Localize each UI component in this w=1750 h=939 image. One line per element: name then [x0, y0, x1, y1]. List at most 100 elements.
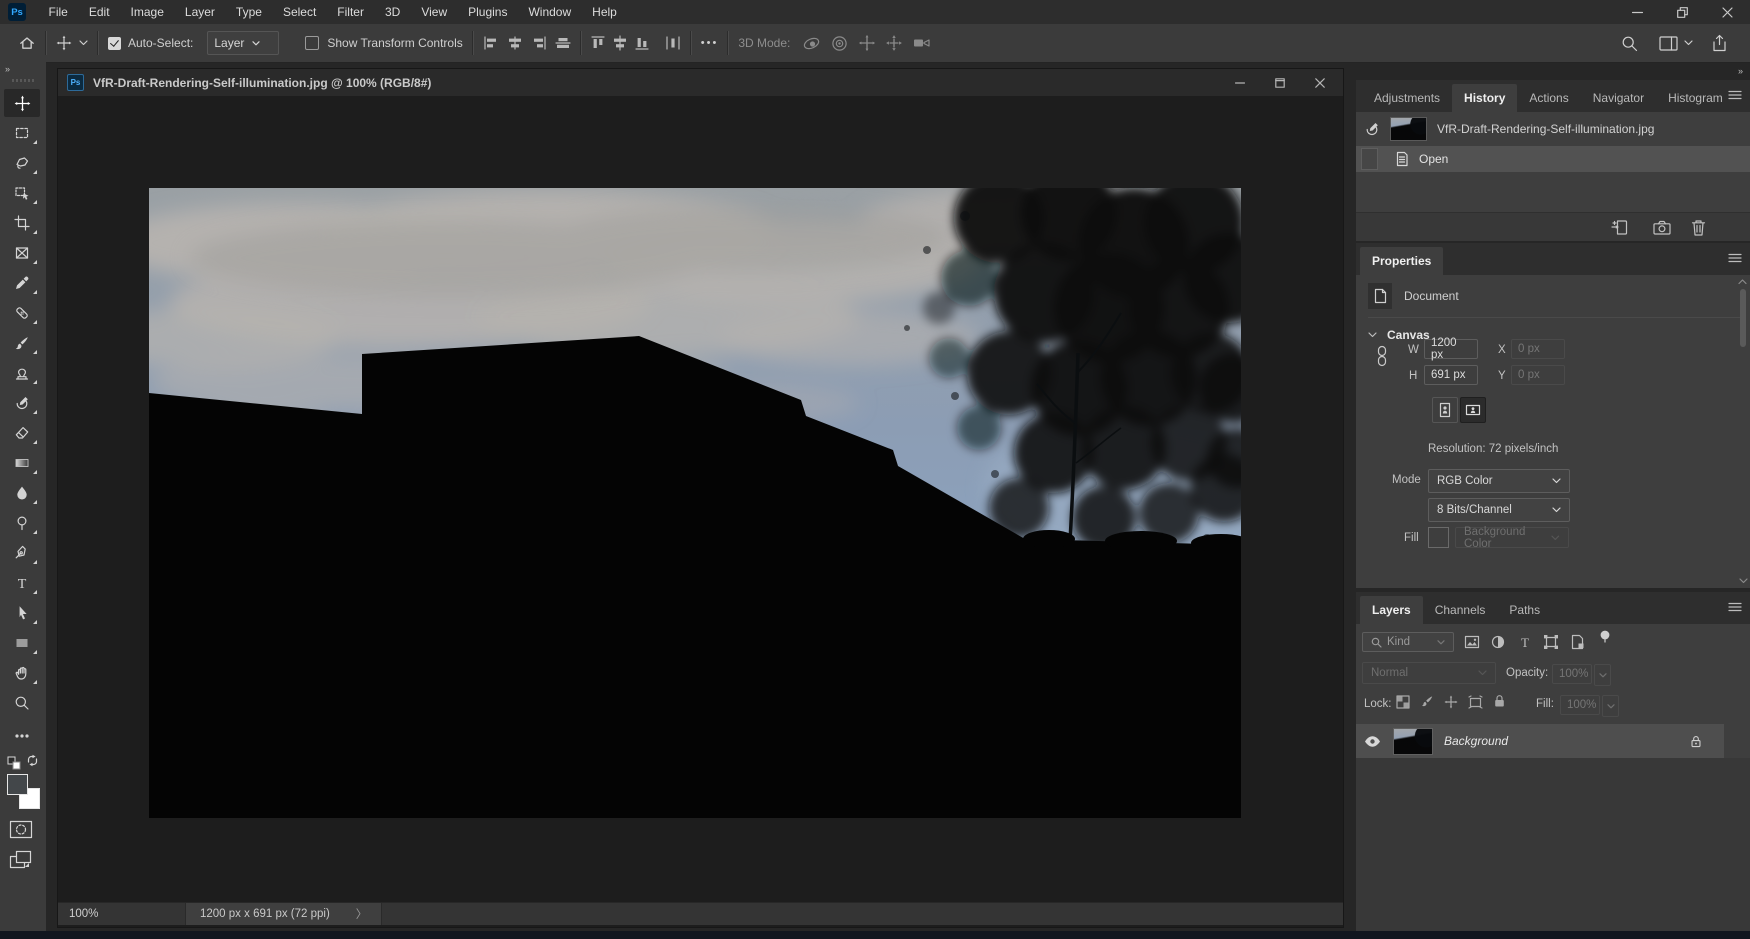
lock-pixels-icon[interactable]	[1420, 695, 1434, 709]
hand-tool[interactable]	[4, 659, 40, 687]
3d-slide-icon[interactable]	[885, 34, 903, 52]
orientation-portrait-button[interactable]	[1432, 397, 1458, 423]
filter-toggle-icon[interactable]	[1599, 630, 1611, 644]
layer-row-background[interactable]: Background	[1356, 724, 1724, 758]
tab-channels[interactable]: Channels	[1423, 596, 1498, 624]
align-bottom-edges-icon[interactable]	[635, 35, 649, 51]
marquee-tool[interactable]	[4, 119, 40, 147]
eraser-tool[interactable]	[4, 419, 40, 447]
default-colors-icon[interactable]	[7, 756, 21, 770]
history-brush-source-icon[interactable]	[1364, 121, 1380, 137]
color-mode-dropdown[interactable]: RGB Color	[1428, 469, 1570, 493]
fill-color-swatch[interactable]	[1428, 527, 1449, 548]
new-document-from-state-icon[interactable]	[1611, 219, 1629, 236]
move-tool[interactable]	[4, 89, 40, 117]
history-source-thumbnail[interactable]	[1390, 117, 1427, 141]
opacity-scrubber-icon[interactable]	[1594, 664, 1611, 686]
menu-help[interactable]: Help	[582, 0, 628, 24]
properties-scrollbar[interactable]	[1738, 279, 1747, 584]
menu-select[interactable]: Select	[272, 0, 326, 24]
menu-3d[interactable]: 3D	[374, 0, 410, 24]
canvas-y-field[interactable]: 0 px	[1511, 365, 1565, 385]
new-snapshot-icon[interactable]	[1653, 220, 1671, 235]
lock-transparency-icon[interactable]	[1396, 695, 1410, 709]
share-image-icon[interactable]	[1711, 34, 1728, 52]
dock-collapse-icon[interactable]: »	[1738, 66, 1742, 76]
bit-depth-dropdown[interactable]: 8 Bits/Channel	[1428, 498, 1570, 522]
menu-layer[interactable]: Layer	[174, 0, 225, 24]
layer-name[interactable]: Background	[1444, 734, 1508, 748]
fill-scrubber-icon[interactable]	[1602, 695, 1619, 717]
align-right-edges-icon[interactable]	[531, 36, 547, 50]
3d-orbit-icon[interactable]	[802, 34, 821, 53]
lock-position-icon[interactable]	[1444, 695, 1458, 709]
tab-adjustments[interactable]: Adjustments	[1362, 84, 1452, 112]
history-brush-tool[interactable]	[4, 389, 40, 417]
status-info-chevron-icon[interactable]: 〉	[356, 906, 368, 922]
quick-mask-mode-icon[interactable]	[9, 820, 33, 839]
restore-window-icon[interactable]	[1660, 0, 1705, 24]
opacity-value-field[interactable]: 100%	[1552, 664, 1592, 684]
layer-visibility-eye-icon[interactable]	[1364, 735, 1381, 748]
tab-properties[interactable]: Properties	[1360, 247, 1443, 275]
crop-tool[interactable]	[4, 209, 40, 237]
align-top-edges-icon[interactable]	[591, 35, 605, 51]
3d-pan-icon[interactable]	[858, 34, 876, 52]
link-dimensions-icon[interactable]	[1376, 345, 1388, 367]
foreground-color-swatch[interactable]	[7, 774, 28, 795]
frame-tool[interactable]	[4, 239, 40, 267]
workspace-chevron-icon[interactable]	[1684, 40, 1693, 46]
doc-close-icon[interactable]	[1307, 73, 1333, 93]
history-source-row[interactable]: VfR-Draft-Rendering-Self-illumination.jp…	[1356, 112, 1750, 146]
canvas[interactable]	[149, 188, 1241, 818]
distribute-horizontal-icon[interactable]	[665, 35, 681, 51]
pen-tool[interactable]	[4, 539, 40, 567]
tab-histogram[interactable]: Histogram	[1656, 84, 1735, 112]
delete-state-icon[interactable]	[1691, 219, 1706, 236]
status-zoom-level[interactable]: 100%	[69, 908, 129, 920]
object-selection-tool[interactable]	[4, 179, 40, 207]
canvas-height-field[interactable]: 691 px	[1424, 365, 1478, 385]
tab-paths[interactable]: Paths	[1497, 596, 1552, 624]
screen-mode-icon[interactable]	[9, 850, 33, 870]
tab-layers[interactable]: Layers	[1360, 596, 1423, 624]
filter-type-layers-icon[interactable]: T	[1517, 634, 1533, 650]
lasso-tool[interactable]	[4, 149, 40, 177]
type-tool[interactable]: T	[4, 569, 40, 597]
menu-plugins[interactable]: Plugins	[458, 0, 518, 24]
toolbar-grip[interactable]	[12, 79, 34, 82]
status-document-info[interactable]: 1200 px x 691 px (72 ppi) 〉	[185, 903, 382, 925]
properties-panel-menu-icon[interactable]	[1728, 253, 1742, 263]
menu-edit[interactable]: Edit	[78, 0, 120, 24]
orientation-landscape-button[interactable]	[1460, 397, 1486, 423]
move-presets-chevron-icon[interactable]	[79, 40, 88, 46]
align-middle-icon[interactable]	[613, 35, 627, 51]
workspace-switcher-icon[interactable]	[1659, 36, 1678, 51]
minimize-window-icon[interactable]	[1615, 0, 1660, 24]
doc-minimize-icon[interactable]	[1227, 73, 1253, 93]
menu-image[interactable]: Image	[120, 0, 174, 24]
close-window-icon[interactable]	[1705, 0, 1750, 24]
dodge-tool[interactable]	[4, 509, 40, 537]
filter-shape-layers-icon[interactable]	[1543, 634, 1559, 650]
history-state-row[interactable]: Open	[1356, 146, 1750, 172]
history-state-well[interactable]	[1361, 148, 1378, 170]
blur-tool[interactable]	[4, 479, 40, 507]
menu-file[interactable]: File	[38, 0, 78, 24]
canvas-width-field[interactable]: 1200 px	[1424, 339, 1478, 359]
tab-actions[interactable]: Actions	[1517, 84, 1580, 112]
layer-locked-icon[interactable]	[1690, 735, 1702, 748]
doc-maximize-icon[interactable]	[1267, 73, 1293, 93]
layers-panel-menu-icon[interactable]	[1728, 602, 1742, 612]
filter-pixel-layers-icon[interactable]	[1464, 634, 1480, 650]
align-horizontal-centers-icon[interactable]	[507, 36, 523, 50]
layer-fill-value-field[interactable]: 100%	[1560, 695, 1600, 715]
layer-filter-kind-dropdown[interactable]: Kind	[1362, 632, 1454, 652]
menu-type[interactable]: Type	[225, 0, 272, 24]
3d-camera-icon[interactable]	[912, 35, 932, 51]
zoom-tool[interactable]	[4, 689, 40, 717]
menu-view[interactable]: View	[411, 0, 458, 24]
search-icon[interactable]	[1621, 35, 1638, 52]
swap-colors-icon[interactable]	[26, 754, 39, 767]
layer-thumbnail[interactable]	[1393, 728, 1433, 755]
